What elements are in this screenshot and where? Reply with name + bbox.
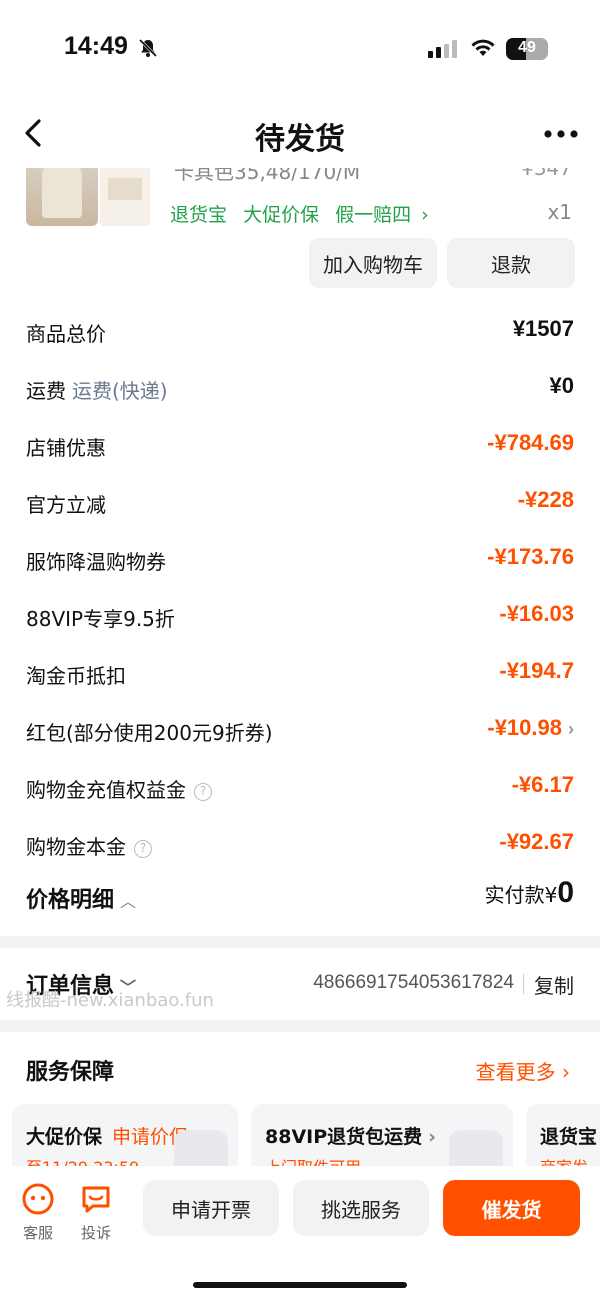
complaint-label: 投诉 [80, 1224, 111, 1242]
price-row-value: -¥228 [517, 487, 574, 512]
price-row: 88VIP专享9.5折 -¥16.03 [26, 597, 574, 637]
status-time: 14:49 [64, 32, 128, 60]
tag-return-insurance: 退货宝 [170, 204, 228, 226]
product-section: 卡其色35,48/170/M ¥347 退货宝 大促价保 假一赔四 › x1 加入… [0, 168, 600, 936]
price-row: 商品总价 ¥1507 [26, 312, 574, 352]
help-question-icon[interactable]: ? [134, 839, 152, 858]
chevron-right-icon: › [421, 204, 429, 226]
price-detail-label: 价格明细 [26, 888, 115, 913]
service-card-title: 大促价保 [26, 1126, 103, 1148]
product-quantity: x1 [547, 200, 572, 224]
select-service-button[interactable]: 挑选服务 [293, 1180, 429, 1236]
customer-service-icon [22, 1183, 54, 1215]
price-row-value: -¥6.17 [511, 772, 574, 797]
paid-value: 0 [557, 876, 574, 909]
price-row-label: 店铺优惠 [26, 436, 106, 460]
price-row-label: 购物金充值权益金 [26, 778, 186, 802]
product-spec: 卡其色35,48/170/M [174, 168, 361, 184]
price-row: 运费 运费(快递) ¥0 [26, 369, 574, 409]
price-row: 购物金本金? -¥92.67 [26, 825, 574, 865]
service-tags[interactable]: 退货宝 大促价保 假一赔四 › [170, 200, 439, 227]
product-price: ¥347 [521, 168, 572, 180]
mute-bell-icon [138, 38, 158, 58]
price-row: 官方立减 -¥228 [26, 483, 574, 523]
copy-order-number-button[interactable]: 复制 [534, 970, 574, 999]
price-row-label: 红包(部分使用200元9折券) [26, 721, 273, 745]
urge-shipment-button[interactable]: 催发货 [443, 1180, 580, 1236]
price-detail-toggle[interactable]: 价格明细 ︿ 实付款¥0 [26, 876, 574, 914]
tag-fake-compensation: 假一赔四 [335, 204, 412, 226]
price-row-label: 服饰降温购物券 [26, 550, 166, 574]
price-row-label: 官方立减 [26, 493, 106, 517]
order-number: 4866691754053617824 [313, 972, 514, 993]
customer-service-label: 客服 [22, 1224, 53, 1242]
complaint-icon [82, 1186, 110, 1213]
chevron-up-icon: ︿ [120, 892, 137, 911]
complaint-tab[interactable]: 投诉 [72, 1182, 120, 1243]
price-row: 淘金币抵扣 -¥194.7 [26, 654, 574, 694]
price-row: 服饰降温购物券 -¥173.76 [26, 540, 574, 580]
wifi-icon [471, 39, 495, 56]
price-row-label: 88VIP专享9.5折 [26, 607, 175, 631]
help-question-icon[interactable]: ? [194, 782, 212, 801]
product-detail-image[interactable] [100, 168, 150, 226]
request-invoice-button[interactable]: 申请开票 [143, 1180, 279, 1236]
order-detail-page: 14:49 49 待发货 卡其色35,48/170/M ¥347 退货宝 大促价… [0, 0, 600, 1304]
battery-indicator: 49 [506, 38, 548, 60]
price-row: 购物金充值权益金? -¥6.17 [26, 768, 574, 808]
price-row-value: -¥784.69 [487, 430, 574, 455]
chevron-right-icon: › [428, 1126, 436, 1148]
price-row-value: ¥0 [549, 373, 574, 398]
price-row-value: ¥1507 [512, 316, 574, 341]
price-row-value: -¥10.98 [487, 715, 562, 740]
more-dots-icon[interactable] [544, 130, 578, 138]
price-row-label: 商品总价 [26, 322, 106, 346]
status-bar: 14:49 49 [0, 0, 600, 98]
watermark-text: 线报酷-new.xianbao.fun [6, 990, 214, 1011]
shipping-type: 运费(快递) [72, 379, 168, 403]
service-card-title: 88VIP退货包运费 [265, 1126, 423, 1148]
nav-bar: 待发货 [0, 98, 600, 168]
price-row-value: -¥173.76 [487, 544, 574, 569]
price-row-label: 淘金币抵扣 [26, 664, 126, 688]
price-row-value: -¥92.67 [499, 829, 574, 854]
view-more-link[interactable]: 查看更多 › [476, 1056, 570, 1085]
page-title: 待发货 [255, 122, 345, 157]
paid-amount: 实付款¥0 [484, 876, 574, 909]
price-row-value: -¥194.7 [499, 658, 574, 683]
product-image[interactable] [26, 168, 98, 226]
price-row-label: 运费 [26, 379, 66, 403]
home-indicator[interactable] [193, 1282, 407, 1288]
add-to-cart-button[interactable]: 加入购物车 [309, 238, 437, 288]
price-row-red-packet[interactable]: 红包(部分使用200元9折券) -¥10.98 › [26, 711, 574, 751]
signal-icon [428, 40, 457, 58]
refund-button[interactable]: 退款 [447, 238, 575, 288]
service-section-title: 服务保障 [26, 1060, 115, 1085]
service-card-title: 退货宝 [540, 1126, 598, 1148]
price-row-label: 购物金本金 [26, 835, 126, 859]
battery-level: 49 [518, 39, 536, 56]
customer-service-tab[interactable]: 客服 [14, 1182, 62, 1243]
price-row-value: -¥16.03 [499, 601, 574, 626]
price-row: 店铺优惠 -¥784.69 [26, 426, 574, 466]
tag-price-protect: 大促价保 [243, 204, 320, 226]
chevron-right-icon: › [568, 719, 574, 739]
